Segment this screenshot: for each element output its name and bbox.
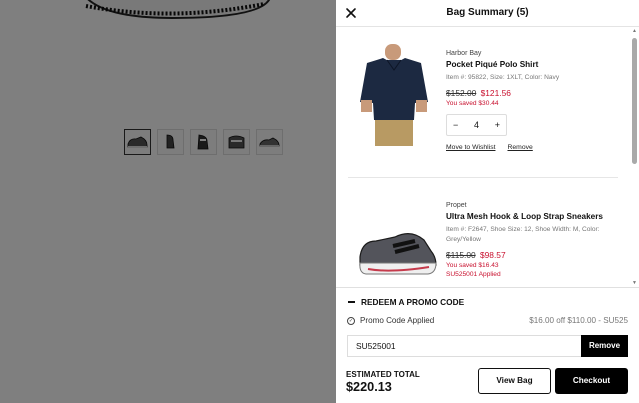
scroll-up-arrow-icon[interactable]: ▲ — [631, 28, 638, 34]
move-to-wishlist-link[interactable]: Move to Wishlist — [446, 144, 495, 151]
promo-applied-label: Promo Code Applied — [360, 316, 435, 325]
modal-backdrop[interactable] — [0, 0, 336, 403]
item-brand: Propet — [446, 202, 467, 209]
promo-code-toggle[interactable]: REDEEM A PROMO CODE — [348, 297, 464, 307]
remove-promo-button[interactable]: Remove — [581, 335, 628, 357]
estimated-total-label: ESTIMATED TOTAL — [346, 370, 420, 379]
drawer-header: Bag Summary (5) — [336, 0, 639, 27]
scroll-down-arrow-icon[interactable]: ▼ — [631, 280, 638, 286]
remove-item-link[interactable]: Remove — [507, 144, 532, 151]
item-name[interactable]: Ultra Mesh Hook & Loop Strap Sneakers — [446, 212, 616, 221]
promo-code-input[interactable]: SU525001 — [347, 335, 581, 357]
bag-item: Propet Ultra Mesh Hook & Loop Strap Snea… — [348, 191, 618, 284]
promo-applied-value: $16.00 off $110.00 - SU525 — [529, 316, 628, 325]
item-meta: Item #: F2647, Shoe Size: 12, Shoe Width… — [446, 226, 600, 243]
item-name[interactable]: Pocket Piqué Polo Shirt — [446, 60, 616, 69]
polo-shirt-image[interactable] — [356, 40, 432, 148]
estimated-total-value: $220.13 — [346, 380, 392, 394]
item-prices: $115.00 $98.57 — [446, 250, 616, 260]
original-price: $115.00 — [446, 250, 476, 260]
original-price: $152.00 — [446, 88, 477, 98]
promo-header: REDEEM A PROMO CODE — [361, 297, 465, 307]
item-actions: Move to Wishlist Remove — [446, 144, 616, 151]
sale-price: $98.57 — [479, 250, 506, 260]
item-meta: Item #: 95822, Size: 1XLT, Color: Navy — [446, 74, 560, 81]
quantity-stepper: − 4 + — [446, 114, 507, 136]
bag-item: Harbor Bay Pocket Piqué Polo Shirt Item … — [348, 28, 618, 178]
checkout-button[interactable]: Checkout — [555, 368, 628, 394]
scroll-thumb[interactable] — [632, 38, 637, 164]
item-prices: $152.00 $121.56 — [446, 88, 616, 98]
promo-summary-section: REDEEM A PROMO CODE ✓ Promo Code Applied… — [336, 287, 639, 403]
saved-amount: You saved $30.44 — [446, 100, 499, 107]
bag-scrollbar[interactable]: ▲ ▼ — [631, 28, 638, 286]
promo-applied-row: ✓ Promo Code Applied $16.00 off $110.00 … — [347, 316, 628, 325]
item-brand: Harbor Bay — [446, 50, 482, 57]
increment-button[interactable]: + — [495, 120, 500, 130]
decrement-button[interactable]: − — [453, 120, 458, 130]
sale-price: $121.56 — [480, 88, 511, 98]
promo-applied-note: SU525001 Applied — [446, 271, 501, 278]
check-circle-icon: ✓ — [347, 316, 355, 325]
saved-amount: You saved $16.43 — [446, 262, 499, 269]
item-details: Propet Ultra Mesh Hook & Loop Strap Snea… — [446, 202, 616, 278]
bag-items-list: Harbor Bay Pocket Piqué Polo Shirt Item … — [336, 28, 639, 284]
drawer-title: Bag Summary (5) — [446, 7, 529, 18]
view-bag-button[interactable]: View Bag — [478, 368, 551, 394]
minus-icon — [348, 301, 355, 303]
sneaker-image[interactable] — [356, 223, 440, 281]
bag-summary-drawer: Bag Summary (5) Harbor Bay Pocket Piqué … — [336, 0, 639, 403]
item-details: Harbor Bay Pocket Piqué Polo Shirt Item … — [446, 50, 616, 151]
quantity-value: 4 — [473, 120, 479, 130]
